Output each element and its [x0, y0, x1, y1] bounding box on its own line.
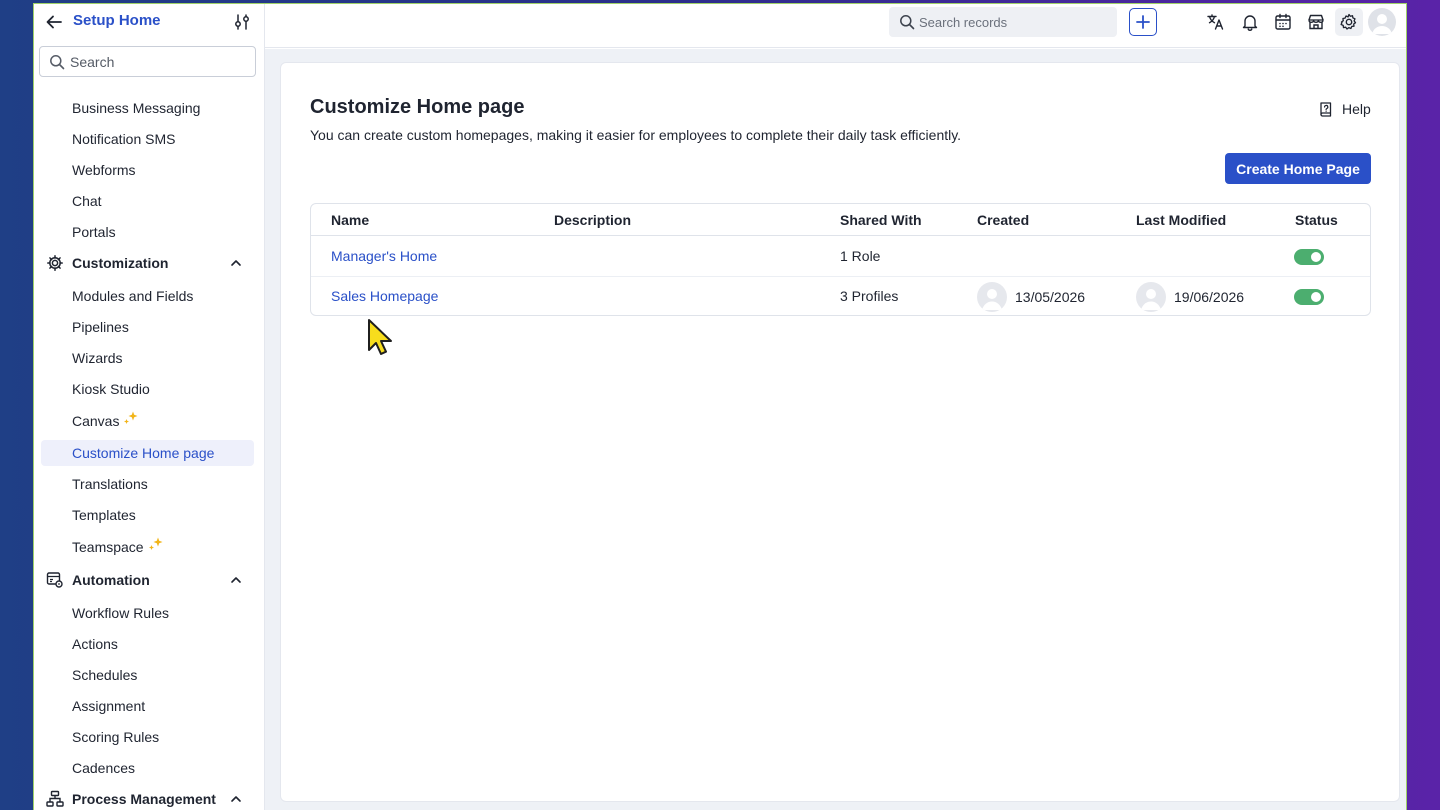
marketplace-button[interactable]: [1302, 8, 1330, 36]
table-row[interactable]: Manager's Home 1 Role: [311, 237, 1370, 277]
sidebar-item-modules-and-fields[interactable]: Modules and Fields: [72, 283, 193, 309]
sidebar-section-process-management[interactable]: Process Management: [44, 786, 249, 810]
hierarchy-icon: [46, 790, 64, 807]
chevron-up-icon[interactable]: [230, 793, 242, 805]
mouse-cursor-icon: [368, 319, 392, 355]
sidebar-item-customize-home-page[interactable]: Customize Home page: [41, 440, 254, 466]
page-title: Customize Home page: [310, 96, 525, 118]
sidebar-section-customization[interactable]: Customization: [44, 250, 249, 276]
calendar-icon: [1275, 13, 1291, 30]
sidebar-search[interactable]: [39, 46, 256, 77]
section-label: Process Management: [72, 791, 216, 807]
gear-icon: [47, 255, 63, 271]
sidebar-item-cadences[interactable]: Cadences: [72, 755, 135, 781]
sidebar-item-workflow-rules[interactable]: Workflow Rules: [72, 600, 169, 626]
column-header-name[interactable]: Name: [331, 212, 369, 228]
store-icon: [1308, 14, 1324, 30]
table-header: Name Description Shared With Created Las…: [311, 204, 1370, 236]
translate-button[interactable]: [1202, 8, 1230, 36]
sidebar-search-input[interactable]: [70, 51, 250, 73]
column-header-last-modified[interactable]: Last Modified: [1136, 212, 1226, 228]
status-toggle[interactable]: [1294, 289, 1324, 305]
column-header-description[interactable]: Description: [554, 212, 631, 228]
main-card: Customize Home page You can create custo…: [280, 62, 1400, 802]
user-icon: [982, 289, 1002, 310]
global-search-input[interactable]: [919, 11, 1109, 33]
sidebar-item-portals[interactable]: Portals: [72, 219, 116, 245]
translate-icon: [1207, 14, 1224, 30]
sidebar-item-label: Canvas: [72, 413, 120, 429]
sidebar-item-notification-sms[interactable]: Notification SMS: [72, 126, 175, 152]
sidebar-section-automation[interactable]: Automation: [44, 567, 249, 593]
sidebar-item-scoring-rules[interactable]: Scoring Rules: [72, 724, 159, 750]
user-icon: [1372, 14, 1392, 34]
sidebar-item-chat[interactable]: Chat: [72, 188, 102, 214]
search-icon: [900, 15, 915, 30]
row-last-modified-date: 19/06/2026: [1174, 289, 1245, 305]
column-header-shared-with[interactable]: Shared With: [840, 212, 922, 228]
section-label: Customization: [72, 255, 169, 271]
user-avatar[interactable]: [1368, 8, 1396, 36]
row-shared-with: 1 Role: [840, 248, 881, 264]
page-description: You can create custom homepages, making …: [310, 127, 962, 143]
global-search[interactable]: [889, 7, 1117, 37]
top-bar: [265, 4, 1406, 48]
help-book-icon: [1320, 102, 1332, 117]
settings-button[interactable]: [1335, 8, 1363, 36]
sidebar-item-wizards[interactable]: Wizards: [72, 345, 123, 371]
sparkle-icon: [124, 411, 138, 424]
chevron-up-icon[interactable]: [230, 257, 242, 269]
create-home-page-button[interactable]: Create Home Page: [1225, 153, 1371, 184]
table-row[interactable]: Sales Homepage 3 Profiles 13/05/2026 19/…: [311, 277, 1370, 317]
column-header-created[interactable]: Created: [977, 212, 1029, 228]
app-window: Setup Home Business Messaging Notificati…: [33, 3, 1407, 810]
column-header-status: Status: [1295, 212, 1338, 228]
gear-icon: [1340, 13, 1357, 30]
sidebar-header: Setup Home: [34, 4, 265, 40]
sidebar-item-templates[interactable]: Templates: [72, 502, 136, 528]
row-created-date: 13/05/2026: [1015, 289, 1086, 305]
sidebar-item-translations[interactable]: Translations: [72, 471, 148, 497]
sidebar-item-pipelines[interactable]: Pipelines: [72, 314, 129, 340]
bell-icon: [1242, 15, 1258, 31]
sidebar-item-kiosk-studio[interactable]: Kiosk Studio: [72, 376, 150, 402]
create-new-button[interactable]: [1129, 8, 1157, 36]
user-icon: [1141, 289, 1161, 310]
created-by-avatar: [977, 282, 1007, 312]
sidebar-item-label: Teamspace: [72, 539, 144, 555]
help-label: Help: [1342, 101, 1371, 117]
sidebar-item-canvas[interactable]: Canvas: [72, 408, 140, 434]
chevron-up-icon[interactable]: [230, 574, 242, 586]
calendar-button[interactable]: [1269, 8, 1297, 36]
sidebar-item-actions[interactable]: Actions: [72, 631, 118, 657]
modified-by-avatar: [1136, 282, 1166, 312]
setup-sidebar: Setup Home Business Messaging Notificati…: [34, 4, 265, 810]
back-arrow-icon[interactable]: [44, 12, 64, 32]
sidebar-item-business-messaging[interactable]: Business Messaging: [72, 95, 200, 121]
status-toggle[interactable]: [1294, 249, 1324, 265]
sparkle-icon: [148, 537, 163, 550]
row-name-link[interactable]: Sales Homepage: [331, 288, 438, 304]
sidebar-title: Setup Home: [73, 12, 161, 29]
notifications-button[interactable]: [1236, 8, 1264, 36]
home-pages-table: Name Description Shared With Created Las…: [310, 203, 1371, 316]
row-name-link[interactable]: Manager's Home: [331, 248, 437, 264]
sidebar-item-teamspace[interactable]: Teamspace: [72, 534, 165, 560]
sidebar-item-assignment[interactable]: Assignment: [72, 693, 145, 719]
row-shared-with: 3 Profiles: [840, 288, 899, 304]
section-label: Automation: [72, 572, 150, 588]
search-icon: [50, 55, 65, 70]
sidebar-item-schedules[interactable]: Schedules: [72, 662, 137, 688]
filter-settings-icon[interactable]: [233, 13, 251, 31]
automation-icon: [46, 572, 63, 588]
sidebar-item-webforms[interactable]: Webforms: [72, 157, 136, 183]
plus-icon: [1136, 15, 1150, 29]
